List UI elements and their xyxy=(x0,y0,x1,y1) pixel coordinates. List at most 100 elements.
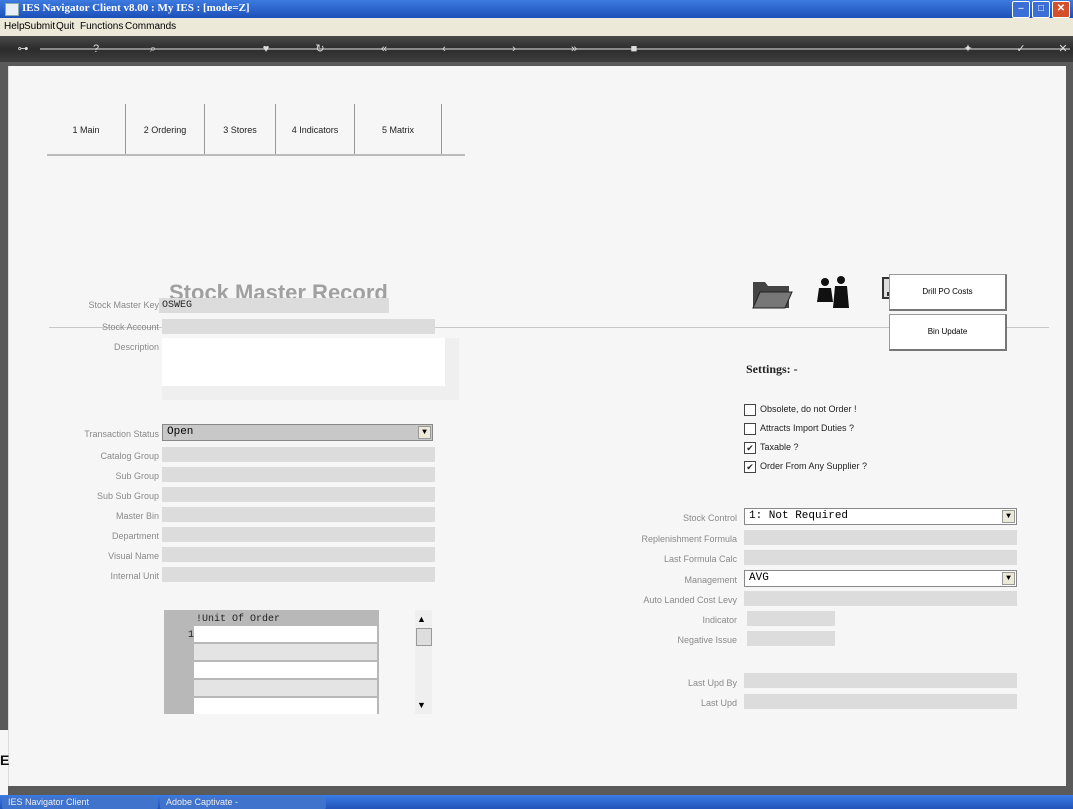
check-icon[interactable]: ✔ xyxy=(744,442,756,454)
taskbar: IES Navigator Client Adobe Captivate - xyxy=(0,795,1073,809)
description-hscrollbar[interactable] xyxy=(162,386,445,400)
title-bar: IES Navigator Client v8.00 : My IES : [m… xyxy=(0,0,1073,18)
save-icon[interactable]: ■ xyxy=(626,41,642,57)
grid-row[interactable] xyxy=(194,680,377,696)
replenishment-formula-field[interactable] xyxy=(744,530,1017,545)
toolbar: ⊶ ? ⌕ ♥ ↻ « ‹ › » ■ ✦ ✓ ✕ xyxy=(0,36,1073,62)
last-upd-field[interactable] xyxy=(744,694,1017,709)
internal-unit-field[interactable] xyxy=(162,567,435,582)
bin-update-button[interactable]: Bin Update xyxy=(889,314,1007,351)
scroll-down-icon[interactable]: ▼ xyxy=(417,700,426,710)
grid-header: !Unit Of Order xyxy=(196,614,281,625)
tab-stores-label: 3 Stores xyxy=(223,125,257,135)
taskbar-item[interactable]: IES Navigator Client xyxy=(2,797,158,809)
first-record-icon[interactable]: « xyxy=(376,41,392,57)
sub-sub-group-field[interactable] xyxy=(162,487,435,502)
last-upd-by-field[interactable] xyxy=(744,673,1017,688)
heart-icon[interactable]: ♥ xyxy=(258,41,274,57)
close-button[interactable]: ✕ xyxy=(1052,1,1070,18)
tab-main[interactable]: 1 Main xyxy=(47,104,126,154)
obsolete-box[interactable] xyxy=(744,404,756,416)
master-bin-field[interactable] xyxy=(162,507,435,522)
last-record-icon[interactable]: » xyxy=(566,41,582,57)
last-formula-calc-field[interactable] xyxy=(744,550,1017,565)
stock-control-dropdown[interactable]: 1: Not Required ▼ xyxy=(744,508,1017,525)
drill-po-costs-button[interactable]: Drill PO Costs xyxy=(889,274,1007,311)
tab-stores[interactable]: 3 Stores xyxy=(205,104,276,154)
cursor-glyph: E xyxy=(0,752,10,768)
stock-control-label: Stock Control xyxy=(682,513,737,523)
catalog-group-label: Catalog Group xyxy=(100,451,159,461)
unit-of-order-grid[interactable]: !Unit Of Order 1 xyxy=(164,610,379,714)
description-scrollbar[interactable] xyxy=(445,338,459,400)
cancel-icon[interactable]: ✕ xyxy=(1055,41,1071,57)
chevron-down-icon[interactable]: ▼ xyxy=(418,426,431,439)
minimize-button[interactable]: – xyxy=(1012,1,1030,18)
tab-main-label: 1 Main xyxy=(72,125,100,135)
attracts-import-label: Attracts Import Duties ? xyxy=(760,423,855,433)
last-upd-by-label: Last Upd By xyxy=(687,678,737,688)
taxable-label: Taxable ? xyxy=(760,442,799,452)
next-icon[interactable]: › xyxy=(506,41,522,57)
folder-icon[interactable] xyxy=(749,274,793,312)
stock-account-label: Stock Account xyxy=(101,322,159,332)
negative-issue-field[interactable] xyxy=(747,631,835,646)
visual-name-label: Visual Name xyxy=(108,551,159,561)
tab-indicators[interactable]: 4 Indicators xyxy=(276,104,355,154)
form-panel: 1 Main 2 Ordering 3 Stores 4 Indicators … xyxy=(8,66,1066,786)
grid-row[interactable] xyxy=(194,698,377,714)
taskbar-item[interactable]: Adobe Captivate - xyxy=(160,797,326,809)
menu-quit[interactable]: Quit xyxy=(56,21,74,32)
auto-landed-cost-levy-label: Auto Landed Cost Levy xyxy=(643,595,737,605)
menu-bar: Help Submit Quit Functions Commands xyxy=(0,18,1073,36)
prev-icon[interactable]: ‹ xyxy=(436,41,452,57)
indicator-label: Indicator xyxy=(702,615,737,625)
order-any-supplier-checkbox[interactable]: ✔ Order From Any Supplier ? xyxy=(744,461,944,473)
negative-issue-label: Negative Issue xyxy=(677,635,737,645)
department-field[interactable] xyxy=(162,527,435,542)
description-label: Description xyxy=(113,342,159,352)
help-icon[interactable]: ? xyxy=(88,41,104,57)
check-icon[interactable]: ✓ xyxy=(1013,41,1029,57)
transaction-status-dropdown[interactable]: Open ▼ xyxy=(162,424,433,441)
internal-unit-label: Internal Unit xyxy=(110,571,159,581)
menu-submit[interactable]: Submit xyxy=(24,21,55,32)
management-dropdown[interactable]: AVG ▼ xyxy=(744,570,1017,587)
sub-group-field[interactable] xyxy=(162,467,435,482)
search-icon[interactable]: ⌕ xyxy=(145,41,161,57)
tab-ordering-label: 2 Ordering xyxy=(143,125,187,135)
menu-help[interactable]: Help xyxy=(4,21,25,32)
attracts-import-box[interactable] xyxy=(744,423,756,435)
chevron-down-icon[interactable]: ▼ xyxy=(1002,572,1015,585)
auto-landed-cost-levy-field[interactable] xyxy=(744,591,1017,606)
menu-commands[interactable]: Commands xyxy=(125,21,176,32)
scroll-thumb[interactable] xyxy=(416,628,432,646)
menu-functions[interactable]: Functions xyxy=(80,21,123,32)
visual-name-field[interactable] xyxy=(162,547,435,562)
indicator-field[interactable] xyxy=(747,611,835,626)
tab-matrix[interactable]: 5 Matrix xyxy=(355,104,442,154)
refresh-icon[interactable]: ↻ xyxy=(312,41,328,57)
catalog-group-field[interactable] xyxy=(162,447,435,462)
description-textarea[interactable] xyxy=(162,338,459,400)
stock-account-field[interactable] xyxy=(162,319,435,334)
chevron-down-icon[interactable]: ▼ xyxy=(1002,510,1015,523)
last-formula-calc-label: Last Formula Calc xyxy=(663,554,737,564)
grid-row[interactable] xyxy=(194,644,377,660)
scroll-up-icon[interactable]: ▲ xyxy=(417,614,426,624)
grid-row[interactable] xyxy=(194,662,377,678)
stock-master-key-field[interactable]: OSWEG xyxy=(159,298,389,313)
maximize-button[interactable]: □ xyxy=(1032,1,1050,18)
settings-icon[interactable]: ✦ xyxy=(960,41,976,57)
key-icon[interactable]: ⊶ xyxy=(8,41,38,57)
settings-heading: Settings: - xyxy=(746,362,798,376)
taxable-checkbox[interactable]: ✔ Taxable ? xyxy=(744,442,944,454)
check-icon[interactable]: ✔ xyxy=(744,461,756,473)
master-bin-label: Master Bin xyxy=(115,511,159,521)
people-icon[interactable] xyxy=(813,274,857,312)
grid-row[interactable] xyxy=(194,626,377,642)
attracts-import-checkbox[interactable]: Attracts Import Duties ? xyxy=(744,423,944,435)
tab-ordering[interactable]: 2 Ordering xyxy=(126,104,205,154)
obsolete-checkbox[interactable]: Obsolete, do not Order ! xyxy=(744,404,944,416)
grid-scrollbar[interactable]: ▲ ▼ xyxy=(415,610,432,714)
